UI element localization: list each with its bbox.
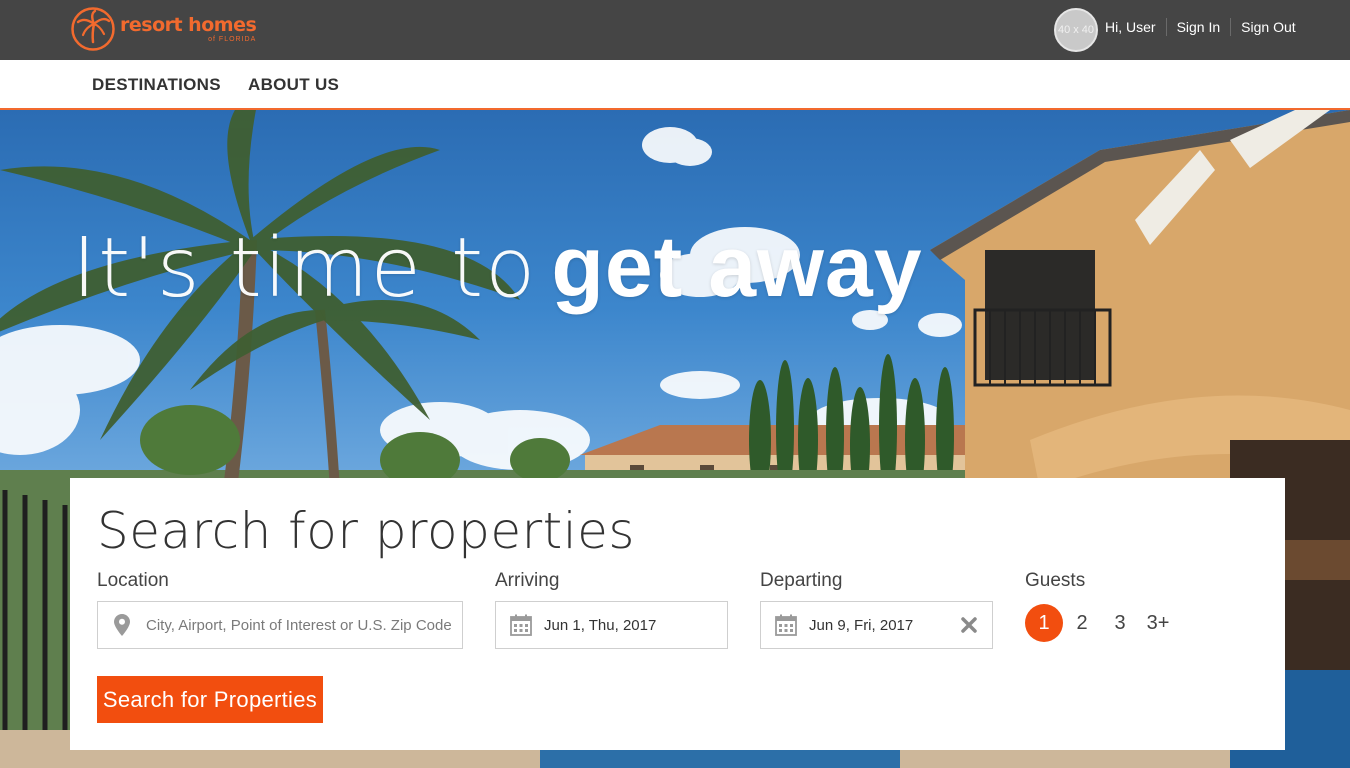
avatar[interactable]: 40 x 40 bbox=[1054, 8, 1098, 52]
arriving-label: Arriving bbox=[495, 570, 560, 591]
guest-option-3[interactable]: 3 bbox=[1101, 604, 1139, 642]
user-greeting: Hi, User bbox=[1105, 19, 1156, 35]
arriving-field[interactable] bbox=[495, 601, 728, 649]
guest-option-3-plus[interactable]: 3+ bbox=[1139, 604, 1177, 642]
location-input[interactable] bbox=[146, 616, 462, 634]
location-field[interactable] bbox=[97, 601, 463, 649]
guests-selector: 1 2 3 3+ bbox=[1025, 604, 1177, 642]
search-button[interactable]: Search for Properties bbox=[97, 676, 323, 723]
close-icon[interactable] bbox=[960, 616, 978, 634]
search-title: Search for properties bbox=[97, 502, 635, 560]
guest-option-2[interactable]: 2 bbox=[1063, 604, 1101, 642]
headline-bold: get away bbox=[551, 219, 923, 315]
main-nav: DESTINATIONS ABOUT US bbox=[0, 60, 1350, 110]
divider bbox=[1230, 18, 1232, 36]
palm-logo-icon bbox=[71, 7, 115, 51]
hero-headline: It's time to get away bbox=[72, 218, 923, 317]
departing-field[interactable] bbox=[760, 601, 993, 649]
sign-out-link[interactable]: Sign Out bbox=[1241, 19, 1295, 35]
departing-input[interactable] bbox=[809, 616, 949, 634]
calendar-icon bbox=[775, 614, 797, 636]
departing-label: Departing bbox=[760, 570, 843, 591]
nav-item-destinations[interactable]: DESTINATIONS bbox=[92, 75, 221, 95]
search-panel: Search for properties Location Arriving … bbox=[70, 478, 1285, 750]
user-nav: Hi, User Sign In Sign Out bbox=[1105, 18, 1296, 36]
guest-option-1[interactable]: 1 bbox=[1025, 604, 1063, 642]
location-label: Location bbox=[97, 570, 169, 591]
brand-subtitle: of FLORIDA bbox=[208, 35, 257, 43]
arriving-input[interactable] bbox=[544, 616, 727, 634]
brand-logo[interactable]: resort homes of FLORIDA bbox=[70, 6, 257, 52]
calendar-icon bbox=[510, 614, 532, 636]
guests-label: Guests bbox=[1025, 570, 1086, 591]
nav-item-about-us[interactable]: ABOUT US bbox=[248, 75, 339, 95]
brand-wordmark: resort homes of FLORIDA bbox=[120, 13, 257, 43]
sign-in-link[interactable]: Sign In bbox=[1177, 19, 1221, 35]
headline-light: It's time to bbox=[72, 221, 538, 316]
brand-name: resort homes bbox=[120, 13, 257, 36]
top-bar: resort homes of FLORIDA 40 x 40 Hi, User… bbox=[0, 0, 1350, 60]
divider bbox=[1165, 18, 1167, 36]
map-pin-icon bbox=[114, 614, 130, 636]
